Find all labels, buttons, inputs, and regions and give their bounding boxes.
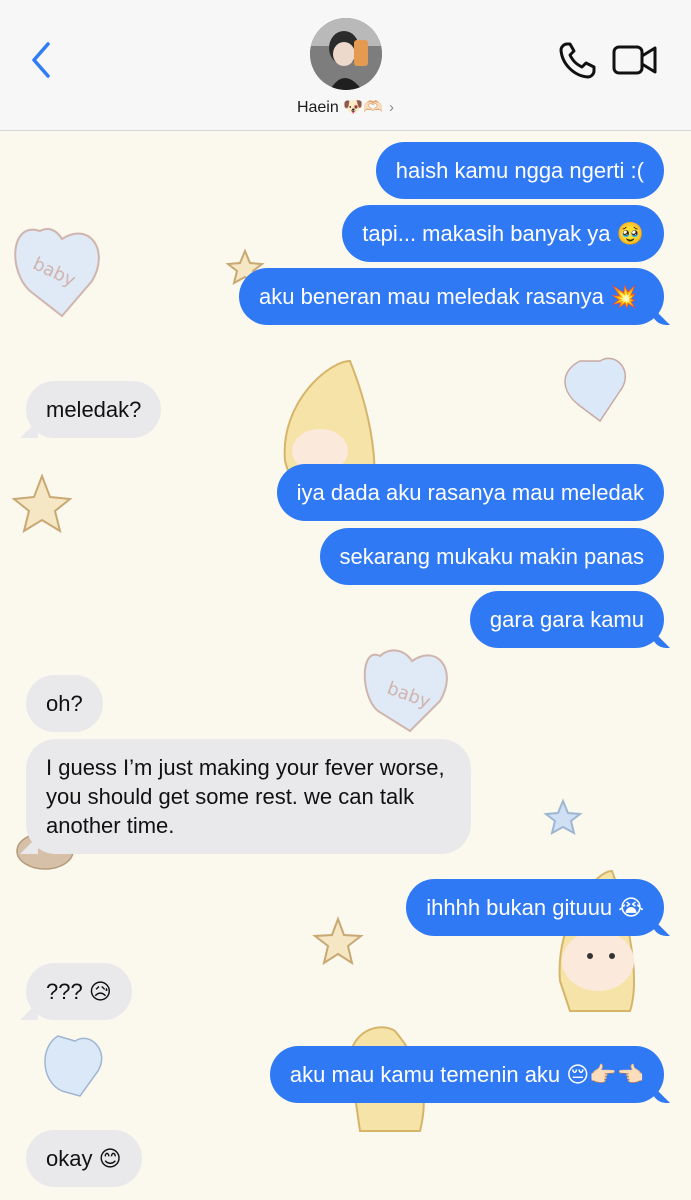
back-chevron-icon[interactable] <box>26 40 58 80</box>
message-bubble-outgoing[interactable]: aku beneran mau meledak rasanya 💥 <box>239 268 664 325</box>
message-bubble-outgoing[interactable]: gara gara kamu <box>469 591 664 648</box>
contact-name-row[interactable]: Haein 🐶🫶🏻 › <box>0 97 691 117</box>
message-bubble-incoming[interactable]: okay 😊 <box>26 1130 142 1187</box>
message-bubble-outgoing[interactable]: haish kamu ngga ngerti :( <box>375 142 664 199</box>
message-bubble-incoming[interactable]: oh? <box>26 675 103 732</box>
phone-icon[interactable] <box>558 40 600 80</box>
message-bubble-incoming[interactable]: meledak? <box>26 381 162 438</box>
message-bubble-outgoing[interactable]: iya dada aku rasanya mau meledak <box>276 464 664 521</box>
message-bubble-outgoing[interactable]: tapi... makasih banyak ya 🥹 <box>342 205 664 262</box>
contact-name: Haein 🐶🫶🏻 <box>296 99 384 116</box>
message-bubble-outgoing[interactable]: sekarang mukaku makin panas <box>319 528 664 585</box>
contact-avatar[interactable] <box>310 18 382 90</box>
message-bubble-incoming[interactable]: ??? 😥 <box>26 963 132 1020</box>
chat-header: Haein 🐶🫶🏻 › <box>0 0 691 131</box>
message-thread: haish kamu ngga ngerti :( tapi... makasi… <box>0 131 691 1200</box>
message-bubble-outgoing[interactable]: ihhhh bukan gituuu 😭 <box>406 879 664 936</box>
video-camera-icon[interactable] <box>612 42 658 78</box>
message-bubble-outgoing[interactable]: aku mau kamu temenin aku 😔👉🏻👈🏻 <box>269 1046 664 1103</box>
message-bubble-incoming[interactable]: I guess I’m just making your fever worse… <box>26 739 471 854</box>
chevron-right-icon: › <box>389 99 395 116</box>
